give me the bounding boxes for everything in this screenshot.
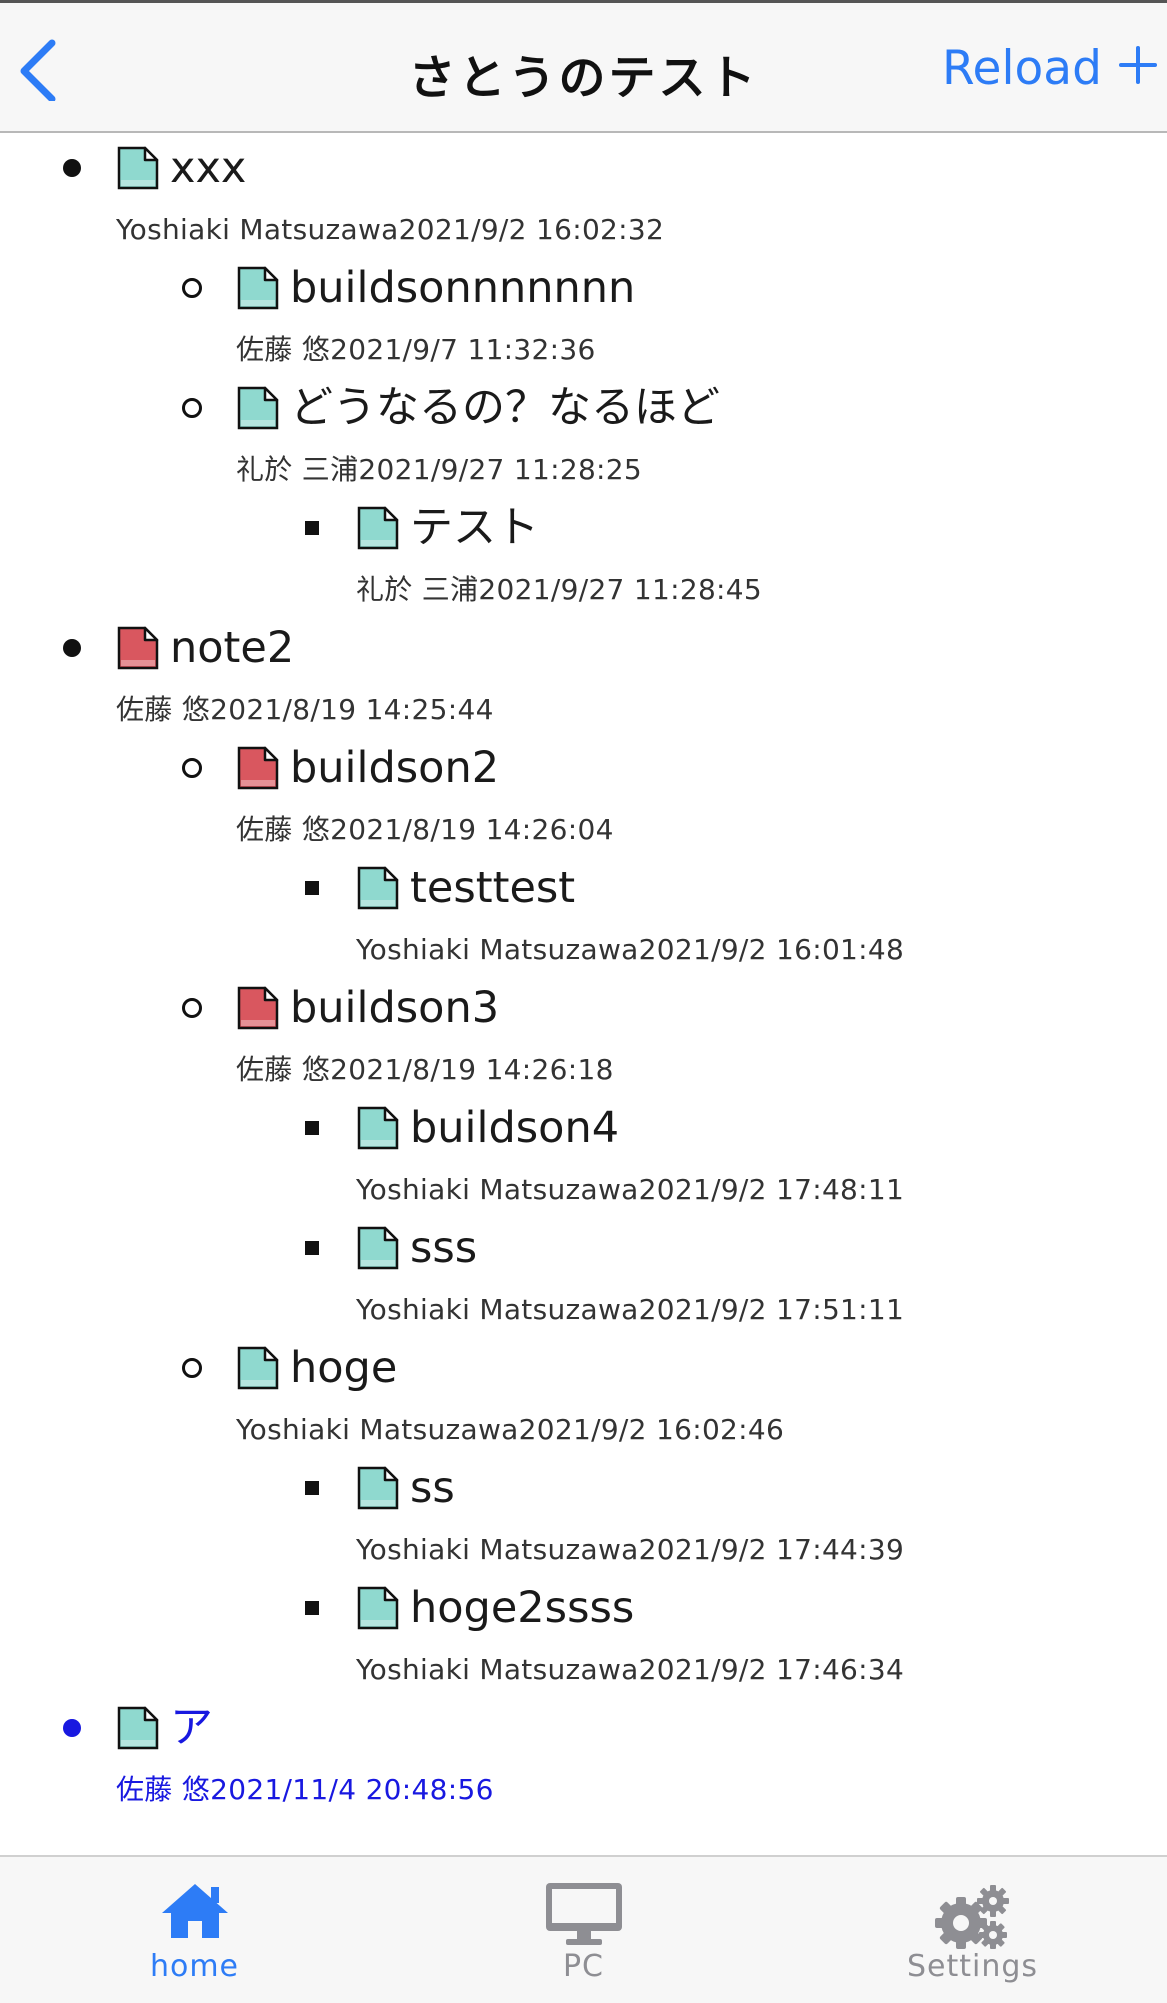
tab-settings-label: Settings — [906, 1949, 1039, 1984]
note-title: buildson2 — [290, 743, 500, 793]
tab-settings[interactable]: Settings — [778, 1857, 1167, 2003]
bullet-square — [305, 1481, 319, 1495]
note-title: xxx — [170, 143, 247, 193]
tab-home[interactable]: home — [0, 1857, 389, 2003]
note-title: buildson3 — [290, 983, 500, 1033]
document-teal-icon — [357, 1586, 399, 1630]
note-link[interactable]: xxx — [116, 139, 664, 197]
bullet-disc — [63, 159, 81, 177]
note-author-timestamp: 佐藤 悠2021/11/4 20:48:56 — [116, 1773, 494, 1806]
note-link[interactable]: どうなるの？なるほど — [236, 379, 720, 437]
document-teal-icon — [357, 866, 399, 910]
note-title: どうなるの？なるほど — [290, 383, 720, 433]
navigation-bar: さとうのテスト Reload — [0, 3, 1167, 133]
note-author-timestamp: Yoshiaki Matsuzawa2021/9/2 16:02:32 — [116, 213, 665, 246]
document-red-icon — [237, 986, 279, 1030]
tree-node: hoge Yoshiaki Matsuzawa2021/9/2 16:02:46 — [182, 1339, 785, 1459]
tree-node: どうなるの？なるほど礼於 三浦2021/9/27 11:28:25 — [182, 379, 720, 499]
note-link[interactable]: テスト — [356, 499, 762, 557]
bullet-square — [305, 1241, 319, 1255]
tree-node: ア佐藤 悠2021/11/4 20:48:56 — [63, 1699, 494, 1819]
document-teal-icon — [357, 1466, 399, 1510]
note-link[interactable]: sss — [356, 1219, 904, 1277]
tab-pc[interactable]: PC — [389, 1857, 778, 2003]
note-title: ss — [410, 1463, 455, 1513]
document-teal-icon — [237, 266, 279, 310]
bullet-circle — [182, 278, 202, 298]
tree-node: buildson3 佐藤 悠2021/8/19 14:26:18 — [182, 979, 614, 1099]
tree-node: note2 佐藤 悠2021/8/19 14:25:44 — [63, 619, 494, 739]
note-author-timestamp: Yoshiaki Matsuzawa2021/9/2 17:51:11 — [356, 1293, 905, 1326]
note-title: hoge — [290, 1343, 398, 1393]
home-icon — [161, 1884, 228, 1938]
tab-bar: home PC Settings — [0, 1855, 1167, 2003]
bullet-circle — [182, 998, 202, 1018]
note-author-timestamp: Yoshiaki Matsuzawa2021/9/2 16:01:48 — [356, 933, 905, 966]
note-link[interactable]: note2 — [116, 619, 494, 677]
note-author-timestamp: Yoshiaki Matsuzawa2021/9/2 17:48:11 — [356, 1173, 905, 1206]
document-teal-icon — [237, 1346, 279, 1390]
note-author-timestamp: Yoshiaki Matsuzawa2021/9/2 17:46:34 — [356, 1653, 905, 1686]
note-tree: xxx Yoshiaki Matsuzawa2021/9/2 16:02:32 bu… — [0, 133, 1167, 1855]
note-title: note2 — [170, 623, 295, 673]
note-author-timestamp: 佐藤 悠2021/9/7 11:32:36 — [236, 333, 596, 366]
document-red-icon — [237, 746, 279, 790]
reload-button[interactable]: Reload — [942, 41, 1102, 96]
note-title: ア — [170, 1703, 213, 1753]
tab-home-label: home — [149, 1949, 240, 1984]
bullet-square — [305, 521, 319, 535]
tree-node: buildson2 佐藤 悠2021/8/19 14:26:04 — [182, 739, 614, 859]
bullet-circle — [182, 1358, 202, 1378]
gears-icon — [934, 1885, 1009, 1949]
document-teal-icon — [357, 1106, 399, 1150]
document-red-icon — [117, 626, 159, 670]
bullet-circle — [182, 758, 202, 778]
tree-node: buildson4 Yoshiaki Matsuzawa2021/9/2 17:4… — [305, 1099, 905, 1219]
tree-node: テスト礼於 三浦2021/9/27 11:28:45 — [305, 499, 763, 619]
bullet-square — [305, 1601, 319, 1615]
bullet-disc — [63, 639, 81, 657]
tree-node: testtest Yoshiaki Matsuzawa2021/9/2 16:01… — [305, 859, 905, 979]
bullet-circle — [182, 398, 202, 418]
note-link[interactable]: buildson3 — [236, 979, 614, 1037]
tree-node: xxx Yoshiaki Matsuzawa2021/9/2 16:02:32 — [63, 139, 665, 259]
note-author-timestamp: 佐藤 悠2021/8/19 14:26:18 — [236, 1053, 614, 1086]
document-teal-icon — [117, 146, 159, 190]
note-author-timestamp: 礼於 三浦2021/9/27 11:28:45 — [356, 573, 763, 606]
tree-node: sss Yoshiaki Matsuzawa2021/9/2 17:51:11 — [305, 1219, 905, 1339]
note-title: buildsonnnnnnn — [290, 263, 636, 313]
note-link[interactable]: hoge2ssss — [356, 1579, 904, 1637]
tree-node: ss Yoshiaki Matsuzawa2021/9/2 17:44:39 — [305, 1459, 905, 1579]
note-title: testtest — [410, 863, 576, 913]
document-teal-icon — [237, 386, 279, 430]
tab-pc-label: PC — [562, 1949, 605, 1984]
note-link[interactable]: testtest — [356, 859, 904, 917]
note-author-timestamp: 佐藤 悠2021/8/19 14:25:44 — [116, 693, 494, 726]
note-author-timestamp: 佐藤 悠2021/8/19 14:26:04 — [236, 813, 614, 846]
bullet-square — [305, 881, 319, 895]
note-author-timestamp: Yoshiaki Matsuzawa2021/9/2 16:02:46 — [236, 1413, 785, 1446]
document-teal-icon — [117, 1706, 159, 1750]
note-author-timestamp: 礼於 三浦2021/9/27 11:28:25 — [236, 453, 643, 486]
document-teal-icon — [357, 1226, 399, 1270]
note-title: sss — [410, 1223, 478, 1273]
note-link[interactable]: ア — [116, 1699, 494, 1757]
add-button[interactable] — [1118, 45, 1158, 85]
bullet-disc — [63, 1719, 81, 1737]
note-title: buildson4 — [410, 1103, 620, 1153]
note-link[interactable]: buildson4 — [356, 1099, 904, 1157]
note-author-timestamp: Yoshiaki Matsuzawa2021/9/2 17:44:39 — [356, 1533, 905, 1566]
note-title: テスト — [410, 503, 539, 553]
note-link[interactable]: ss — [356, 1459, 904, 1517]
note-link[interactable]: buildsonnnnnnn — [236, 259, 635, 317]
document-teal-icon — [357, 506, 399, 550]
monitor-icon — [545, 1883, 622, 1945]
note-link[interactable]: buildson2 — [236, 739, 614, 797]
note-title: hoge2ssss — [410, 1583, 635, 1633]
bullet-square — [305, 1121, 319, 1135]
tree-node: hoge2ssss Yoshiaki Matsuzawa2021/9/2 17:4… — [305, 1579, 905, 1699]
plus-icon — [1119, 46, 1157, 84]
note-link[interactable]: hoge — [236, 1339, 784, 1397]
tree-node: buildsonnnnnnn 佐藤 悠2021/9/7 11:32:36 — [182, 259, 635, 379]
